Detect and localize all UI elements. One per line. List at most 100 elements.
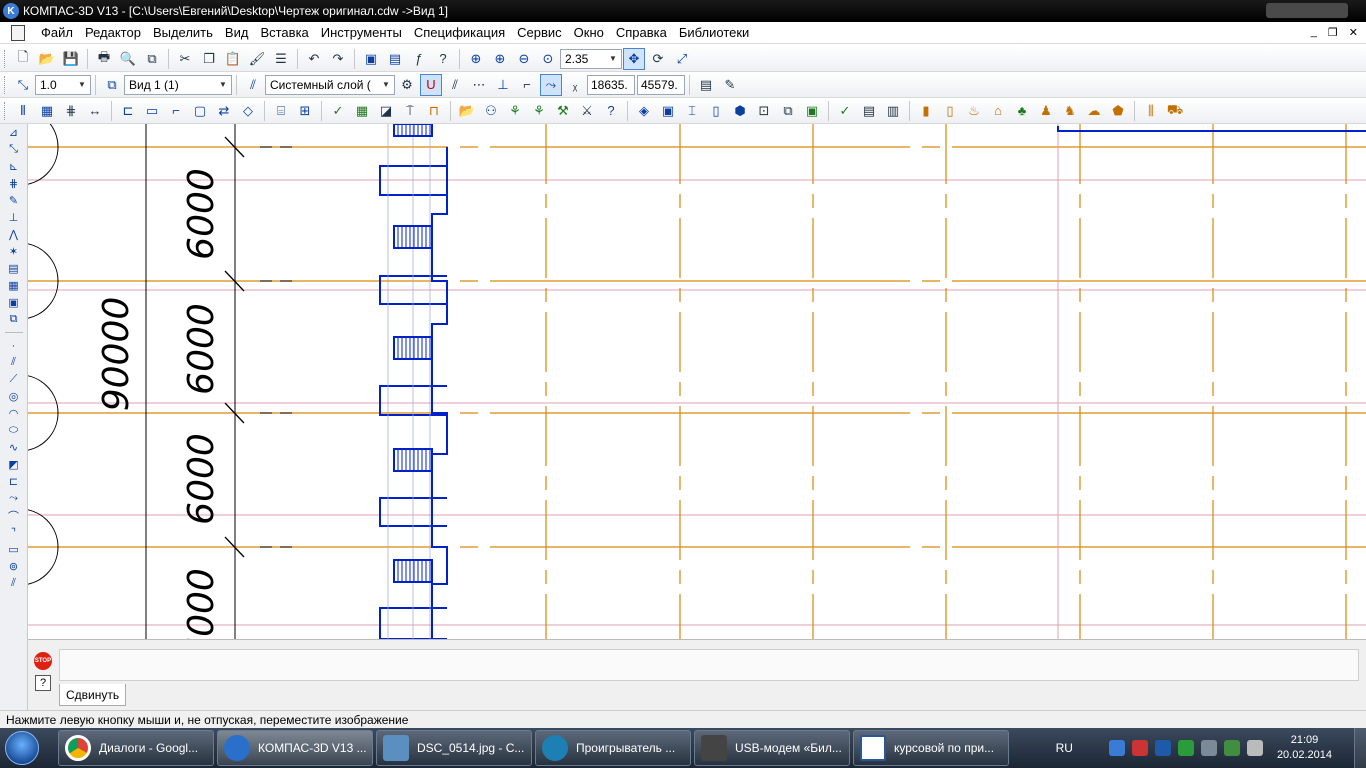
task-word[interactable]: курсовой по при... bbox=[853, 730, 1009, 766]
monitor-icon[interactable] bbox=[1200, 740, 1217, 756]
window-controls[interactable] bbox=[1266, 3, 1348, 18]
cloud-icon[interactable]: ☁ bbox=[1083, 100, 1105, 122]
measure-icon[interactable]: ⊥ bbox=[5, 209, 23, 226]
toolbar-grip[interactable] bbox=[4, 75, 7, 94]
menu-select[interactable]: Выделить bbox=[147, 25, 219, 40]
view-combo[interactable]: Вид 1 (1) ▼ bbox=[124, 74, 232, 95]
spline-icon[interactable]: ∿ bbox=[5, 439, 23, 456]
person-icon[interactable]: ♟ bbox=[1035, 100, 1057, 122]
context-help-icon[interactable]: ? bbox=[432, 48, 454, 70]
ellipse-icon[interactable]: ⬭ bbox=[5, 422, 23, 439]
paste-icon[interactable]: 📋 bbox=[222, 48, 244, 70]
layer-icon[interactable]: ⫽ bbox=[242, 74, 264, 96]
object-e-icon[interactable]: ⬢ bbox=[729, 100, 751, 122]
equipment-icon[interactable]: ⚇ bbox=[480, 100, 502, 122]
vk-icon[interactable] bbox=[1154, 740, 1171, 756]
car-icon[interactable]: ⛟ bbox=[1164, 100, 1186, 122]
stairs-icon[interactable]: ⌸ bbox=[270, 100, 292, 122]
dimensions-icon[interactable]: ⤡ bbox=[5, 141, 23, 158]
cut-icon[interactable]: ✂ bbox=[174, 48, 196, 70]
insert-icon[interactable]: ▦ bbox=[5, 277, 23, 294]
step-combo[interactable]: 1.0 ▼ bbox=[35, 74, 91, 95]
ramp-icon[interactable]: ⊞ bbox=[294, 100, 316, 122]
snap-toggle-icon[interactable]: ⫽ bbox=[444, 74, 466, 96]
arc-icon[interactable]: ◠ bbox=[5, 405, 23, 422]
format-brush-icon[interactable]: 🖌 bbox=[246, 48, 268, 70]
clock[interactable]: 21:09 20.02.2014 bbox=[1277, 733, 1332, 763]
coord-x-field[interactable]: 18635. bbox=[587, 74, 635, 95]
round-icon[interactable]: ⤳ bbox=[540, 73, 562, 96]
grid-lines-icon[interactable]: ⋕ bbox=[60, 100, 82, 122]
menu-specification[interactable]: Спецификация bbox=[408, 25, 511, 40]
nvidia-icon[interactable] bbox=[1177, 740, 1194, 756]
parameters-icon[interactable]: ⚙ bbox=[396, 74, 418, 96]
zoom-scale-icon[interactable]: ⊙ bbox=[537, 48, 559, 70]
equidistant-icon[interactable]: ⫽ bbox=[5, 575, 23, 592]
document-icon[interactable] bbox=[11, 24, 25, 41]
parametrization-icon[interactable]: ✎ bbox=[5, 192, 23, 209]
local-cs-icon[interactable]: ⊥ bbox=[492, 74, 514, 96]
select-icon[interactable]: ⋀ bbox=[5, 226, 23, 243]
mdi-close-button[interactable]: ✕ bbox=[1349, 26, 1358, 39]
signal-icon[interactable] bbox=[1223, 740, 1240, 756]
chevron-down-icon[interactable]: ▼ bbox=[76, 78, 88, 92]
aux-line-icon[interactable]: ⫽ bbox=[5, 354, 23, 371]
point-icon[interactable]: · bbox=[5, 337, 23, 354]
segment-icon[interactable]: ⟋ bbox=[5, 371, 23, 388]
tree-icon[interactable]: ♣ bbox=[1011, 100, 1033, 122]
object-f-icon[interactable]: ⊡ bbox=[753, 100, 775, 122]
reports-icon[interactable]: ▤ bbox=[5, 260, 23, 277]
volume-icon[interactable] bbox=[1246, 740, 1263, 756]
mdi-restore-button[interactable]: ❐ bbox=[1328, 26, 1338, 39]
menu-tools[interactable]: Инструменты bbox=[315, 25, 408, 40]
contour-icon[interactable]: ⊚ bbox=[5, 558, 23, 575]
furniture-c-icon[interactable]: ♨ bbox=[963, 100, 985, 122]
redo-icon[interactable]: ↷ bbox=[327, 48, 349, 70]
library-b-icon[interactable]: ⚘ bbox=[528, 100, 550, 122]
furniture-a-icon[interactable]: ▮ bbox=[915, 100, 937, 122]
menu-libraries[interactable]: Библиотеки bbox=[673, 25, 755, 40]
manager-icon[interactable]: ▣ bbox=[360, 48, 382, 70]
menu-insert[interactable]: Вставка bbox=[254, 25, 314, 40]
open-icon[interactable]: 📂 bbox=[36, 48, 58, 70]
task-usb-modem[interactable]: USB-модем «Бил... bbox=[694, 730, 850, 766]
start-button[interactable] bbox=[0, 728, 44, 768]
menu-help[interactable]: Справка bbox=[610, 25, 673, 40]
hatch-icon[interactable]: ▦ bbox=[36, 100, 58, 122]
show-desktop-button[interactable] bbox=[1354, 728, 1366, 768]
axis-icon[interactable]: ⫴ bbox=[12, 100, 34, 122]
figure-icon[interactable]: ♞ bbox=[1059, 100, 1081, 122]
help-button[interactable]: ? bbox=[35, 675, 51, 691]
object-b-icon[interactable]: ▣ bbox=[657, 100, 679, 122]
object-h-icon[interactable]: ▣ bbox=[801, 100, 823, 122]
zoom-window-icon[interactable]: ⊕ bbox=[465, 48, 487, 70]
variables-icon[interactable]: ▤ bbox=[384, 48, 406, 70]
furniture-b-icon[interactable]: ▯ bbox=[939, 100, 961, 122]
section-icon[interactable]: ⊓ bbox=[423, 100, 445, 122]
save-icon[interactable]: 💾 bbox=[60, 48, 82, 70]
undo-icon[interactable]: ↶ bbox=[303, 48, 325, 70]
snap-magnet-icon[interactable]: U bbox=[420, 73, 442, 96]
tools-icon[interactable]: ⚔ bbox=[576, 100, 598, 122]
chevron-down-icon[interactable]: ▼ bbox=[380, 78, 392, 92]
ortho-icon[interactable]: ⌐ bbox=[516, 74, 538, 96]
chevron-down-icon[interactable]: ▼ bbox=[607, 52, 619, 66]
zoom-combo[interactable]: 2.35 ▼ bbox=[560, 48, 622, 69]
function-icon[interactable]: ƒ bbox=[408, 48, 430, 70]
menu-view[interactable]: Вид bbox=[219, 25, 255, 40]
kompas-app-icon[interactable]: K bbox=[3, 3, 19, 19]
view-icon[interactable]: ⧉ bbox=[101, 74, 123, 96]
chamfer-icon[interactable]: ⌝ bbox=[5, 524, 23, 541]
leader-icon[interactable]: ✓ bbox=[327, 100, 349, 122]
table-icon[interactable]: ▦ bbox=[351, 100, 373, 122]
task-chrome[interactable]: Диалоги - Googl... bbox=[58, 730, 214, 766]
redraw-icon[interactable]: ⟳ bbox=[647, 48, 669, 70]
library-c-icon[interactable]: ⚒ bbox=[552, 100, 574, 122]
task-media-player[interactable]: Проигрыватель ... bbox=[535, 730, 691, 766]
object-a-icon[interactable]: ◈ bbox=[633, 100, 655, 122]
fragment-icon[interactable]: ▣ bbox=[5, 294, 23, 311]
menu-file[interactable]: Файл bbox=[35, 25, 79, 40]
tag-icon[interactable]: ⬟ bbox=[1107, 100, 1129, 122]
properties-icon[interactable]: ☰ bbox=[270, 48, 292, 70]
bezier-icon[interactable]: ⤳ bbox=[5, 490, 23, 507]
